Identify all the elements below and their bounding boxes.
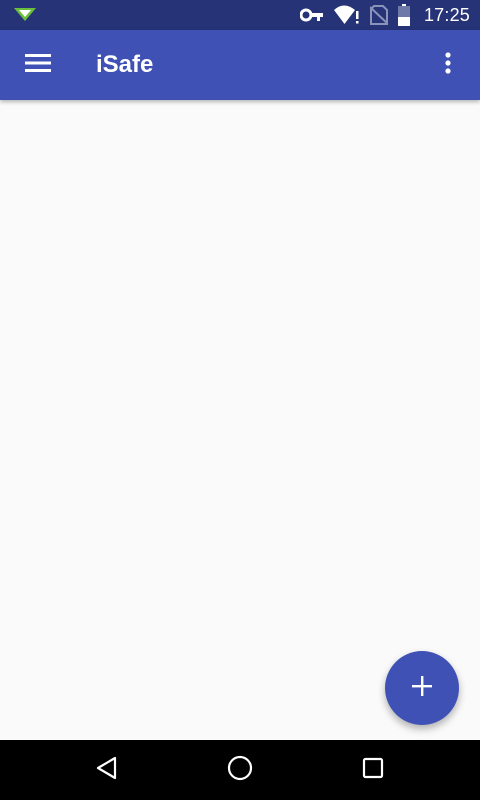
status-bar: 17:25 [0,0,480,30]
vpn-key-icon [299,8,324,22]
add-fab-button[interactable] [385,651,459,725]
notification-app-icon [14,8,36,22]
battery-icon [397,4,410,26]
no-sim-icon [369,5,388,25]
main-content [0,100,480,740]
back-triangle-icon [95,756,119,785]
plus-icon [411,675,433,702]
home-circle-icon [227,755,253,786]
navigation-drawer-button[interactable] [14,41,62,89]
home-button[interactable] [216,746,264,794]
status-icons: 17:25 [299,0,470,30]
status-time: 17:25 [423,4,470,25]
app-title: iSafe [96,51,154,78]
hamburger-menu-icon [25,53,51,78]
recents-button[interactable] [349,746,397,794]
more-vert-icon [445,51,451,79]
system-navigation-bar [0,740,480,800]
overflow-menu-button[interactable] [424,41,472,89]
recents-square-icon [362,757,384,784]
wifi-alert-icon [333,5,360,25]
app-bar: iSafe [0,30,480,100]
back-button[interactable] [83,746,131,794]
